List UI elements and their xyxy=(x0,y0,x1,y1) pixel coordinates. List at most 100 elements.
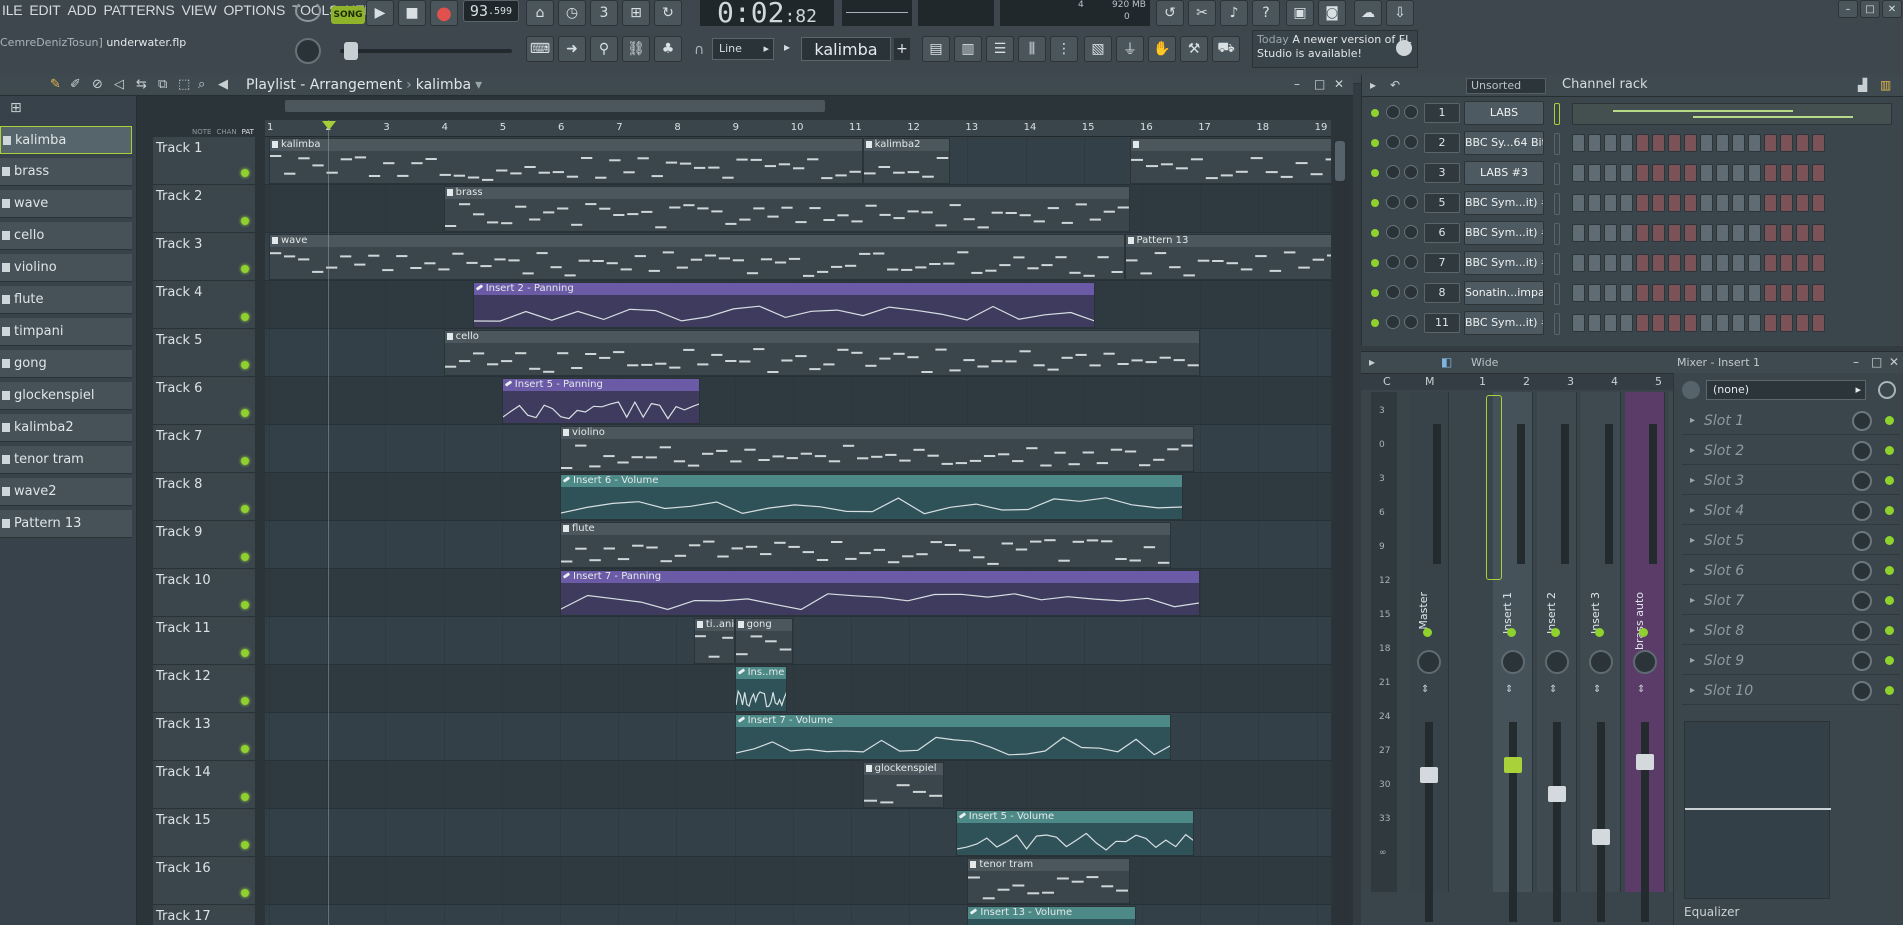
channel-name-button[interactable]: LABS xyxy=(1464,101,1544,125)
overview-scrollbar[interactable] xyxy=(285,100,825,112)
insert-clock-icon[interactable] xyxy=(1878,381,1896,399)
strip-pan-knob[interactable] xyxy=(1417,650,1441,674)
picker-piano-icon[interactable]: ⊞ xyxy=(10,100,22,116)
effect-slot[interactable]: Slot 2 xyxy=(1682,437,1900,465)
step-button[interactable] xyxy=(1780,134,1793,152)
channel-select-indicator[interactable] xyxy=(1554,103,1560,125)
cut-icon[interactable]: ✂ xyxy=(1188,0,1216,26)
channel-select-indicator[interactable] xyxy=(1554,133,1560,155)
step-button[interactable] xyxy=(1812,134,1825,152)
track-mute-led[interactable] xyxy=(241,457,249,465)
slot-mix-knob[interactable] xyxy=(1852,531,1872,551)
step-button[interactable] xyxy=(1620,134,1633,152)
rack-undo-icon[interactable]: ↶ xyxy=(1390,78,1400,92)
slot-mix-knob[interactable] xyxy=(1852,681,1872,701)
pattern-clip[interactable]: kalimba2 xyxy=(862,138,950,184)
mixer-strip[interactable]: Insert 3 ⇕ xyxy=(1581,392,1621,922)
channel-name-button[interactable]: BBC Sym...it) #2 xyxy=(1464,191,1544,215)
tempo-knob-icon[interactable] xyxy=(295,0,321,22)
step-button[interactable] xyxy=(1764,224,1777,242)
browser-icon[interactable]: ▧ xyxy=(1084,36,1112,62)
step-button[interactable] xyxy=(1604,254,1617,272)
step-button[interactable] xyxy=(1716,194,1729,212)
track-header[interactable]: Track 14 xyxy=(153,761,255,809)
strip-enable-led[interactable] xyxy=(1551,628,1560,637)
pattern-clip[interactable]: tenor tram xyxy=(967,858,1131,904)
step-button[interactable] xyxy=(1796,194,1809,212)
step-button[interactable] xyxy=(1636,314,1649,332)
step-button[interactable] xyxy=(1636,224,1649,242)
step-button[interactable] xyxy=(1700,224,1713,242)
step-button[interactable] xyxy=(1652,284,1665,302)
step-button[interactable] xyxy=(1748,314,1761,332)
channel-select-indicator[interactable] xyxy=(1554,283,1560,305)
track-header[interactable]: Track 4 xyxy=(153,281,255,329)
pattern-clip[interactable]: gong xyxy=(734,618,793,664)
tool-select-icon[interactable]: ⬚ xyxy=(178,77,190,92)
step-button[interactable] xyxy=(1604,284,1617,302)
slot-mix-knob[interactable] xyxy=(1852,621,1872,641)
effect-slot[interactable]: Slot 7 xyxy=(1682,587,1900,615)
grid-row[interactable] xyxy=(265,857,1331,905)
track-header[interactable]: Track 1 xyxy=(153,137,255,185)
step-button[interactable] xyxy=(1588,284,1601,302)
track-mute-led[interactable] xyxy=(241,169,249,177)
channel-pan-knob[interactable] xyxy=(1404,195,1418,209)
track-mute-led[interactable] xyxy=(241,217,249,225)
grid-row[interactable] xyxy=(265,665,1331,713)
step-button[interactable] xyxy=(1588,224,1601,242)
pattern-item[interactable]: timpani xyxy=(0,318,132,346)
slot-mix-knob[interactable] xyxy=(1852,441,1872,461)
channel-name-button[interactable]: BBC Sym...it) #3 xyxy=(1464,221,1544,245)
step-button[interactable] xyxy=(1716,284,1729,302)
step-button[interactable] xyxy=(1652,314,1665,332)
channel-name-button[interactable]: BBC Sy...64 Bit) xyxy=(1464,131,1544,155)
step-button[interactable] xyxy=(1620,224,1633,242)
slot-enable-led[interactable] xyxy=(1885,416,1894,425)
add-pattern-button[interactable]: + xyxy=(894,38,910,60)
slot-enable-led[interactable] xyxy=(1885,626,1894,635)
step-button[interactable] xyxy=(1796,224,1809,242)
step-button[interactable] xyxy=(1588,134,1601,152)
channel-mute-led[interactable] xyxy=(1371,319,1379,327)
rack-menu-icon[interactable]: ▸ xyxy=(1370,78,1376,92)
step-button[interactable] xyxy=(1668,254,1681,272)
tool-slip-icon[interactable]: ⇆ xyxy=(136,77,147,92)
channel-name-button[interactable]: BBC Sym...it) #5 xyxy=(1464,311,1544,335)
save-icon[interactable]: ▣ xyxy=(1286,0,1314,26)
menu-view[interactable]: VIEW xyxy=(181,0,216,20)
strip-route-arrows-icon[interactable]: ⇕ xyxy=(1637,684,1645,695)
channel-pan-knob[interactable] xyxy=(1404,255,1418,269)
close-window-icon[interactable]: ✕ xyxy=(1882,0,1902,18)
step-button[interactable] xyxy=(1716,134,1729,152)
plugin-picker-icon[interactable]: ⚲ xyxy=(590,36,618,62)
channel-volume-knob[interactable] xyxy=(1386,255,1400,269)
pattern-item[interactable]: glockenspiel xyxy=(0,382,132,410)
dropdown-arrow-icon[interactable]: ▾ xyxy=(475,77,482,93)
step-button[interactable] xyxy=(1588,164,1601,182)
channel-volume-knob[interactable] xyxy=(1386,285,1400,299)
step-button[interactable] xyxy=(1636,254,1649,272)
strip-enable-led[interactable] xyxy=(1507,628,1516,637)
track-mute-led[interactable] xyxy=(241,265,249,273)
step-button[interactable] xyxy=(1764,194,1777,212)
channel-mixer-track[interactable]: 3 xyxy=(1424,163,1460,183)
track-mute-led[interactable] xyxy=(241,409,249,417)
step-button[interactable] xyxy=(1700,284,1713,302)
track-header[interactable]: Track 13 xyxy=(153,713,255,761)
step-button[interactable] xyxy=(1684,224,1697,242)
magnet-icon[interactable]: ∩ xyxy=(694,42,704,58)
channel-mute-led[interactable] xyxy=(1371,169,1379,177)
strip-volume-fader[interactable] xyxy=(1425,722,1433,922)
track-mute-led[interactable] xyxy=(241,841,249,849)
track-header[interactable]: Track 11 xyxy=(153,617,255,665)
microphone-icon[interactable]: ♪ xyxy=(1220,0,1248,26)
channel-mixer-track[interactable]: 7 xyxy=(1424,253,1460,273)
channel-pan-knob[interactable] xyxy=(1404,105,1418,119)
metronome-icon[interactable]: ⌂ xyxy=(526,0,554,26)
menu-patterns[interactable]: PATTERNS xyxy=(103,0,174,20)
render-icon[interactable]: ◙ xyxy=(1318,0,1346,26)
automation-clip[interactable]: Insert 13 - Volume xyxy=(967,906,1137,925)
step-button[interactable] xyxy=(1572,314,1585,332)
undo-history-icon[interactable]: ↺ xyxy=(1156,0,1184,26)
